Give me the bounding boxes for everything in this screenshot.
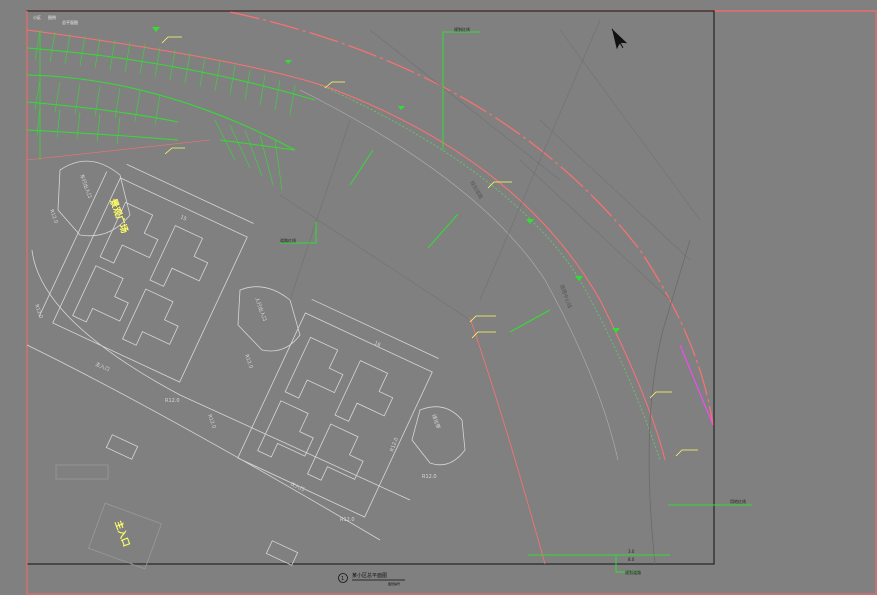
main-road-center-line: [319, 84, 661, 461]
callout-bottom-b: 8.0: [628, 557, 635, 562]
label-gate-left: 主入口: [94, 360, 111, 373]
label-bottom-sign: 主入口: [112, 519, 133, 548]
svg-text:R12.0: R12.0: [340, 517, 355, 523]
callout-bottom-c: 规划道路: [625, 569, 641, 575]
block-b-dimension: 16: [373, 340, 381, 348]
survey-markers: [152, 27, 620, 333]
road-dark-right-edge: [648, 239, 691, 565]
background-grid-lines: [279, 19, 701, 321]
label-small-road: 规划道路: [468, 180, 484, 201]
outer-frame: [26, 10, 877, 595]
label-gate-right: 次入口: [289, 480, 306, 493]
green-callouts: [280, 31, 752, 573]
callout-left-mid: 道路红线: [280, 237, 296, 243]
lawn-pads: [26, 160, 466, 541]
upper-boundary-curve: [229, 11, 714, 426]
building-block-b: [237, 298, 439, 518]
svg-text:R12.0: R12.0: [206, 414, 217, 430]
label-roadway: 道路中心线: [558, 283, 573, 309]
block-a-dimension: 15: [179, 214, 187, 222]
svg-text:R12.0: R12.0: [48, 209, 59, 225]
header-right-small: 图例: [48, 14, 56, 20]
svg-text:R12.0: R12.0: [165, 398, 180, 404]
magenta-boundary-tail: [679, 344, 714, 426]
header-left-small: 小区: [33, 14, 41, 20]
svg-text:R12.0: R12.0: [243, 354, 254, 370]
greenbelt-road: [26, 47, 316, 151]
parking-symbols: [55, 434, 299, 566]
drawing-number: 1: [341, 576, 344, 582]
callout-bottom-a: 3.0: [628, 549, 635, 554]
drawing-title: 某小区总平面图: [352, 572, 387, 579]
label-parking-left: 车行出入口: [78, 173, 93, 199]
building-block-a: [38, 163, 254, 383]
svg-text:R12.0: R12.0: [33, 304, 44, 320]
compass-rose-icon: [611, 28, 628, 50]
label-greenbelt: 绿化带: [430, 413, 442, 430]
callout-right-mid: 用地红线: [730, 498, 746, 504]
main-road-inner-edge: [299, 89, 619, 461]
header-tag: 总平面图: [62, 19, 78, 25]
site-plan-drawing: 小区 图例 总平面图 规划红线 道路红线 用地红线 3.0 8.0 规划道路 1…: [26, 10, 877, 595]
callout-top-center: 规划红线: [454, 26, 470, 32]
inner-drawing-border: [26, 10, 715, 565]
cad-drawing-canvas: 小区 图例 总平面图 规划红线 道路红线 用地红线 3.0 8.0 规划道路 1…: [0, 0, 877, 595]
greenbelt-bottom-edge: [26, 139, 211, 161]
yellow-leader-ticks: [161, 36, 698, 457]
svg-text:R12.0: R12.0: [422, 474, 437, 480]
road-dark-left-edge: [469, 317, 546, 565]
label-parking-right: 人行出入口: [253, 296, 268, 322]
greenbelt-hatch: [34, 29, 296, 191]
drawing-sheet-note: 图纸编号: [388, 581, 400, 586]
